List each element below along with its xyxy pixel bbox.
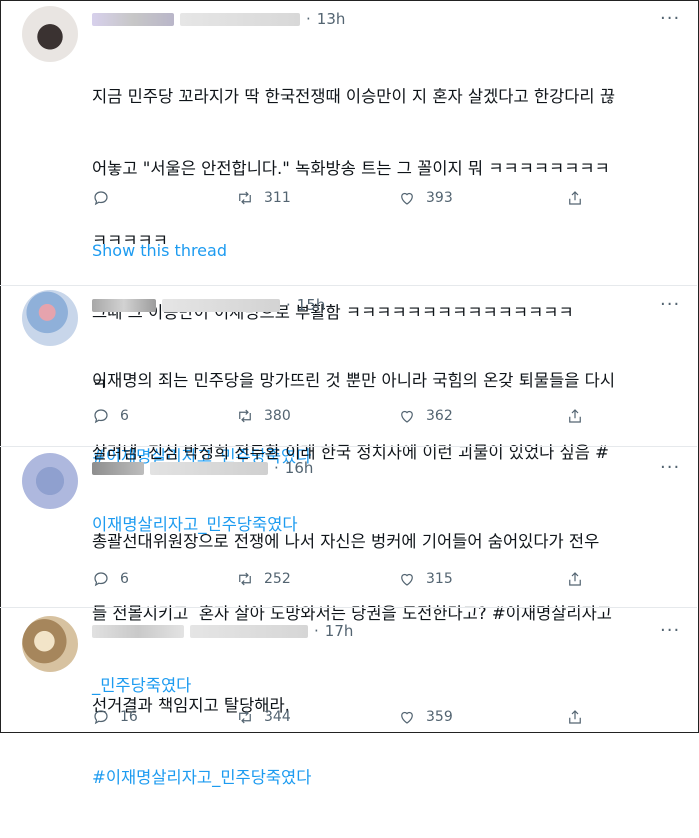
tweet-1[interactable]: · 13h ··· 지금 민주당 꼬라지가 딱 한국전쟁때 이승만이 지 혼자 … — [0, 0, 697, 466]
reply-icon — [94, 409, 108, 424]
share-button[interactable] — [566, 708, 584, 726]
tweet-header: · 16h — [92, 459, 313, 477]
retweet-button[interactable]: 344 — [236, 708, 291, 726]
more-icon[interactable]: ··· — [660, 457, 680, 478]
retweet-icon — [239, 409, 251, 423]
reply-icon — [94, 572, 108, 587]
share-button[interactable] — [566, 189, 584, 207]
reply-button[interactable]: 6 — [92, 570, 129, 588]
like-button[interactable]: 362 — [398, 407, 453, 425]
timestamp[interactable]: 15h — [297, 296, 326, 314]
share-icon — [569, 409, 581, 423]
retweet-button[interactable]: 252 — [236, 570, 291, 588]
like-icon — [401, 573, 413, 586]
tweet-3[interactable]: · 16h ··· 총괄선대위원장으로 전쟁에 나서 자신은 벙커에 기어들어 … — [0, 447, 697, 695]
like-button[interactable]: 359 — [398, 708, 453, 726]
timestamp[interactable]: 16h — [285, 459, 314, 477]
timestamp[interactable]: 13h — [317, 10, 346, 28]
like-icon — [401, 192, 413, 205]
more-icon[interactable]: ··· — [660, 294, 680, 315]
show-thread-link[interactable]: Show this thread — [92, 241, 227, 260]
share-button[interactable] — [566, 407, 584, 425]
avatar[interactable] — [22, 290, 78, 346]
reply-icon — [94, 191, 108, 206]
reply-button[interactable]: 6 — [92, 407, 129, 425]
like-icon — [401, 711, 413, 724]
more-icon[interactable]: ··· — [660, 620, 680, 641]
avatar[interactable] — [22, 616, 78, 672]
reply-button[interactable] — [92, 189, 120, 207]
retweet-icon — [239, 191, 251, 205]
tweet-text: 선거결과 책임지고 탈당해라. #이재명살리자고_민주당죽였다 — [92, 646, 684, 838]
tweet-header: · 17h — [92, 622, 353, 640]
share-button[interactable] — [566, 570, 584, 588]
retweet-icon — [239, 572, 251, 586]
avatar[interactable] — [22, 6, 78, 62]
more-icon[interactable]: ··· — [660, 8, 680, 29]
avatar[interactable] — [22, 453, 78, 509]
like-icon — [401, 410, 413, 423]
share-icon — [569, 710, 581, 724]
share-icon — [569, 191, 581, 205]
tweet-header: · 15h — [92, 296, 325, 314]
hashtag-link[interactable]: #이재명살리자고_민주당죽였다 — [92, 766, 684, 790]
retweet-button[interactable]: 380 — [236, 407, 291, 425]
tweet-2[interactable]: · 15h ··· 이재명의 죄는 민주당을 망가뜨린 것 뿐만 아니라 국힘의… — [0, 286, 697, 534]
reply-icon — [94, 710, 108, 725]
like-button[interactable]: 315 — [398, 570, 453, 588]
reply-button[interactable]: 16 — [92, 708, 138, 726]
tweet-header: · 13h — [92, 10, 345, 28]
timestamp[interactable]: 17h — [325, 622, 354, 640]
retweet-button[interactable]: 311 — [236, 189, 291, 207]
retweet-icon — [239, 710, 251, 724]
share-icon — [569, 572, 581, 586]
tweet-4[interactable]: · 17h ··· 선거결과 책임지고 탈당해라. #이재명살리자고_민주당죽였… — [0, 608, 697, 787]
like-button[interactable]: 393 — [398, 189, 453, 207]
